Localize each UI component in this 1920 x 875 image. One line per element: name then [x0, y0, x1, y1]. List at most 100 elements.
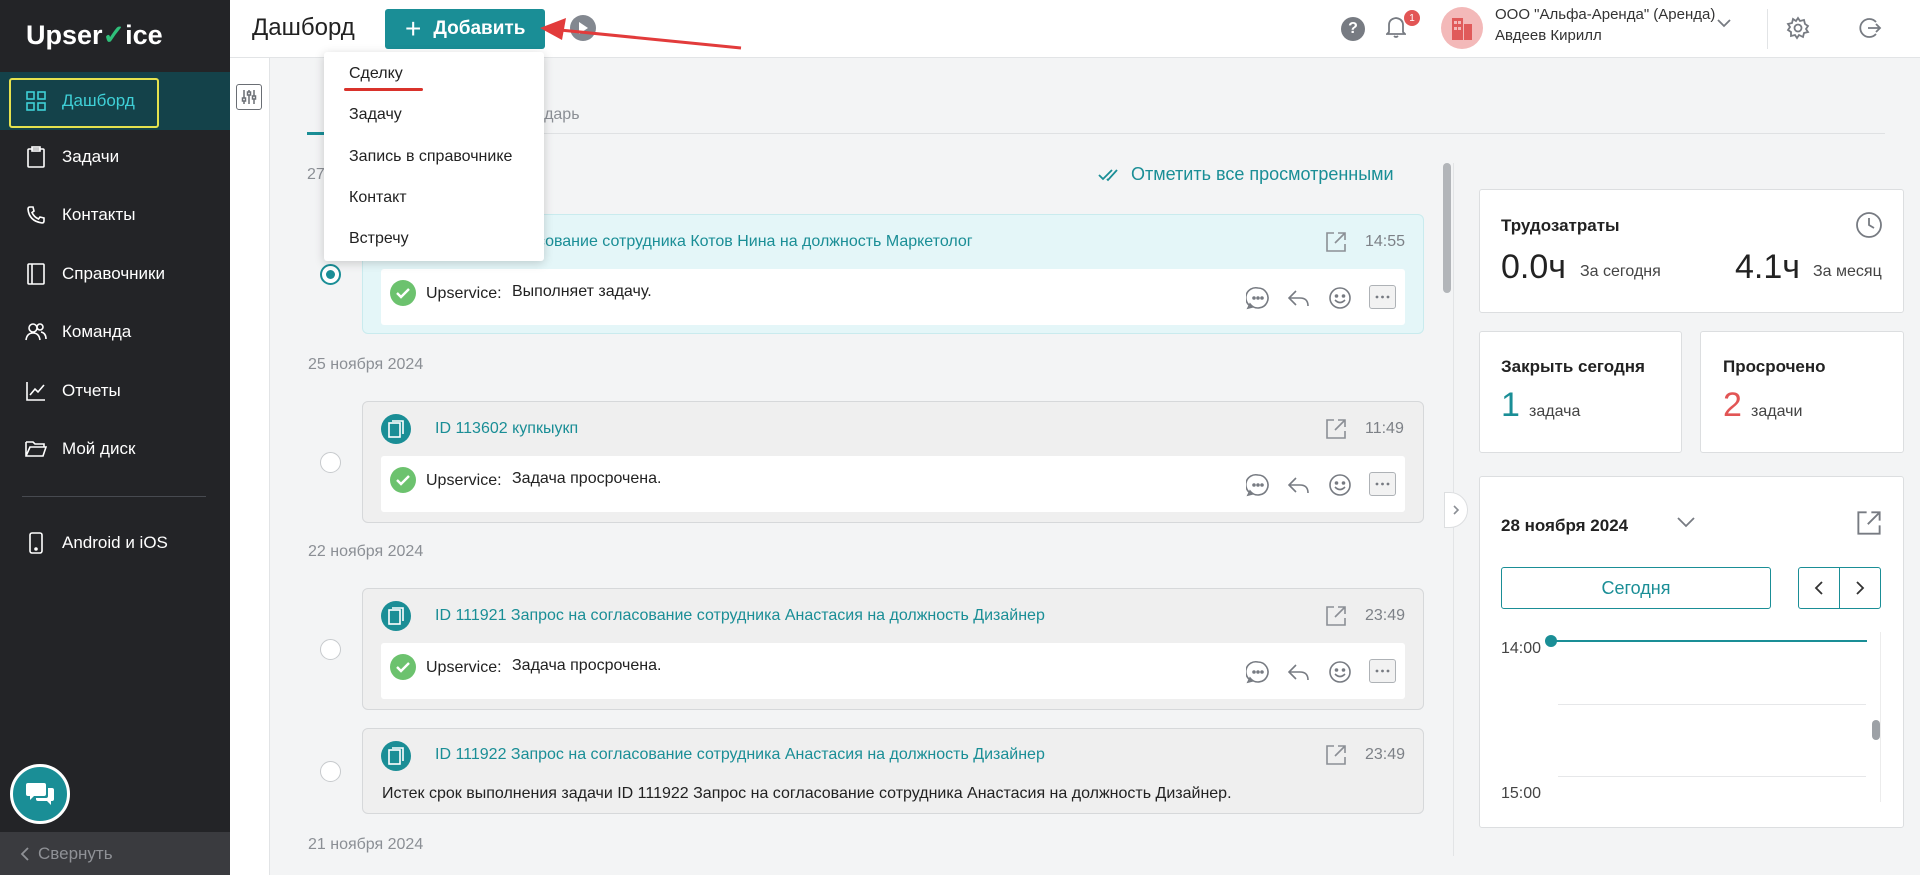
add-button[interactable]: + Добавить: [385, 9, 545, 49]
comment-icon[interactable]: [1245, 472, 1271, 498]
mark-all-label: Отметить все просмотренными: [1131, 164, 1394, 184]
labor-title: Трудозатраты: [1501, 216, 1620, 235]
mobile-icon: [24, 531, 48, 555]
sidebar-item-mobile-apps[interactable]: Android и iOS: [0, 514, 230, 572]
close-today-label: задача: [1529, 403, 1581, 420]
card-title-link[interactable]: ID 111922 Запрос на согласование сотрудн…: [435, 746, 1045, 764]
comment-text: Задача просрочена.: [512, 470, 662, 487]
more-icon[interactable]: [1369, 472, 1396, 496]
page-title: Дашборд: [252, 14, 355, 41]
reply-icon[interactable]: [1286, 659, 1312, 685]
menu-item-deal[interactable]: Сделку: [349, 65, 403, 83]
calendar-date[interactable]: 28 ноября 2024: [1501, 516, 1628, 536]
menu-item-meeting[interactable]: Встречу: [349, 230, 409, 248]
comment-author: Upservice:: [426, 659, 502, 676]
menu-item-contact[interactable]: Контакт: [349, 189, 407, 207]
time-label: 15:00: [1501, 785, 1542, 802]
task-icon: [381, 741, 411, 771]
current-time-dot: [1545, 635, 1557, 647]
logout-icon[interactable]: [1858, 16, 1882, 40]
menu-item-directory-record[interactable]: Запись в справочнике: [349, 148, 512, 166]
header-divider: [1767, 9, 1768, 49]
sidebar-item-label: Команда: [62, 322, 132, 341]
more-icon[interactable]: [1369, 285, 1396, 309]
chevron-down-icon[interactable]: [1716, 18, 1732, 28]
comment-author: Upservice:: [426, 285, 502, 302]
select-radio[interactable]: [320, 264, 341, 285]
date-separator: 22 ноября 2024: [308, 543, 424, 560]
sidebar-item-my-disk[interactable]: Мой диск: [0, 420, 230, 478]
chat-button[interactable]: [10, 764, 70, 824]
chevron-right-icon: [1855, 580, 1865, 596]
collapse-panel-button[interactable]: [1444, 492, 1468, 528]
more-icon[interactable]: [1369, 659, 1396, 683]
sidebar-divider: [22, 496, 206, 497]
bell-icon[interactable]: [1386, 15, 1406, 39]
external-link-icon[interactable]: [1325, 418, 1347, 440]
current-time-line: [1551, 640, 1867, 642]
select-radio[interactable]: [320, 761, 341, 782]
external-link-icon[interactable]: [1325, 605, 1347, 627]
emoji-icon[interactable]: [1327, 659, 1353, 685]
highlight-box: [9, 78, 159, 128]
date-separator: 21 ноября 2024: [308, 836, 424, 853]
card-time: 14:55: [1365, 233, 1406, 250]
sidebar-item-reports[interactable]: Отчеты: [0, 362, 230, 420]
sidebar-item-label: Контакты: [62, 205, 136, 224]
select-radio[interactable]: [320, 452, 341, 473]
chevron-down-icon[interactable]: [1676, 516, 1696, 528]
chat-icon: [26, 781, 54, 807]
prev-day-button[interactable]: [1798, 567, 1840, 609]
menu-item-task[interactable]: Задачу: [349, 106, 402, 124]
calendar-scroll-track: [1880, 632, 1881, 802]
today-button[interactable]: Сегодня: [1501, 567, 1771, 609]
feed-scrollbar[interactable]: [1443, 163, 1451, 293]
chevron-left-icon: [20, 846, 30, 862]
external-link-icon[interactable]: [1325, 231, 1347, 253]
app-logo[interactable]: Upser✓ice: [26, 20, 163, 51]
check-icon: [390, 654, 416, 680]
labor-today-value: 0.0ч: [1501, 248, 1566, 286]
select-radio[interactable]: [320, 639, 341, 660]
card-title-link[interactable]: ID 111921 Запрос на согласование сотрудн…: [435, 607, 1045, 625]
sidebar-item-label: Мой диск: [62, 439, 136, 458]
calendar-scrollbar[interactable]: [1872, 720, 1880, 740]
plus-icon: +: [405, 13, 422, 44]
external-link-icon[interactable]: [1325, 744, 1347, 766]
annotation-underline: [344, 88, 423, 91]
add-button-label: Добавить: [433, 18, 526, 39]
org-avatar[interactable]: [1441, 7, 1483, 49]
sidebar-item-directories[interactable]: Справочники: [0, 245, 230, 303]
comment-icon[interactable]: [1245, 659, 1271, 685]
card-time: 11:49: [1365, 420, 1404, 437]
collapse-sidebar-button[interactable]: Свернуть: [0, 832, 230, 875]
user-name[interactable]: Авдеев Кирилл: [1495, 27, 1602, 44]
comment-icon[interactable]: [1245, 285, 1271, 311]
reply-icon[interactable]: [1286, 472, 1312, 498]
collapse-label: Свернуть: [38, 843, 113, 863]
chevron-right-icon: [1452, 504, 1460, 516]
overdue-title: Просрочено: [1723, 357, 1826, 376]
sidebar-item-tasks[interactable]: Задачи: [0, 128, 230, 186]
card-title-link[interactable]: ID 113602 купкыукп: [435, 420, 578, 438]
overdue-count: 2: [1723, 386, 1742, 424]
mark-all-read-button[interactable]: Отметить все просмотренными: [1098, 164, 1394, 185]
reply-icon[interactable]: [1286, 285, 1312, 311]
sidebar-item-contacts[interactable]: Контакты: [0, 186, 230, 244]
comment-text: Выполняет задачу.: [512, 283, 652, 300]
sidebar-item-team[interactable]: Команда: [0, 303, 230, 361]
gear-icon[interactable]: [1786, 16, 1810, 40]
filter-strip: [230, 58, 270, 875]
emoji-icon[interactable]: [1327, 285, 1353, 311]
check-icon: [390, 467, 416, 493]
emoji-icon[interactable]: [1327, 472, 1353, 498]
hour-line: [1558, 776, 1866, 777]
next-day-button[interactable]: [1839, 567, 1881, 609]
clock-icon: [1855, 211, 1883, 239]
labor-month-value: 4.1ч: [1735, 248, 1800, 286]
external-link-icon[interactable]: [1856, 510, 1882, 536]
help-button[interactable]: ?: [1341, 17, 1365, 41]
filter-button[interactable]: [236, 84, 262, 110]
org-name[interactable]: ООО "Альфа-Аренда" (Аренда): [1495, 6, 1715, 23]
book-icon: [24, 262, 48, 286]
